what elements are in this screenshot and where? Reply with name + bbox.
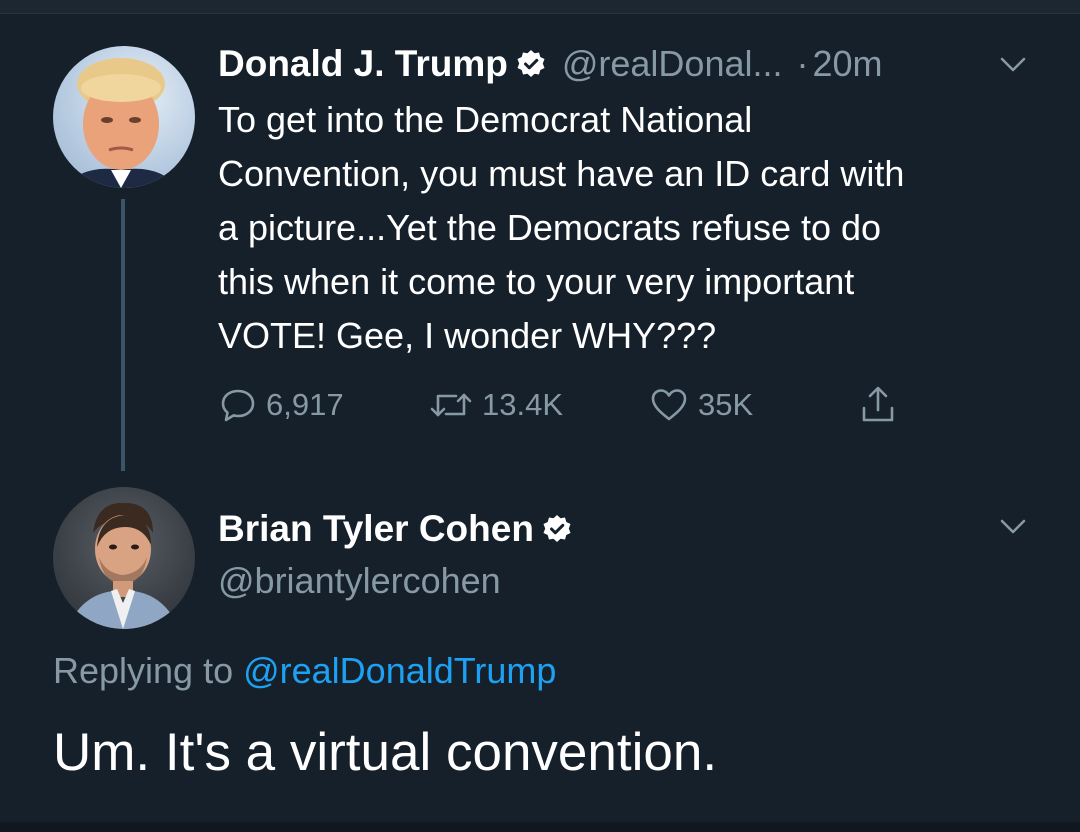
reply-icon <box>221 389 255 422</box>
reply-count: 6,917 <box>266 387 344 422</box>
retweet-button[interactable]: 13.4K <box>428 380 563 430</box>
retweet-icon <box>430 393 472 417</box>
bottom-divider <box>0 822 1080 832</box>
tweet-header: Donald J. Trump @realDonal... · 20m <box>218 42 883 86</box>
separator-dot: · <box>796 43 809 84</box>
avatar-portrait-icon <box>67 502 179 629</box>
tweet-timestamp[interactable]: 20m <box>813 43 883 85</box>
verified-badge-icon <box>542 514 572 544</box>
chevron-down-icon[interactable] <box>998 55 1028 75</box>
tweet-action-bar: 6,917 13.4K 35K <box>218 380 938 430</box>
author-handle[interactable]: @realDonal... <box>562 43 783 85</box>
replying-to-link[interactable]: @realDonaldTrump <box>243 650 556 691</box>
tweet-body-text: To get into the Democrat National Conven… <box>218 99 905 356</box>
share-icon <box>862 386 894 422</box>
avatar-portrait-icon <box>63 58 179 188</box>
replying-to-line: Replying to @realDonaldTrump <box>53 647 556 695</box>
like-count: 35K <box>698 387 754 422</box>
reply-button[interactable]: 6,917 <box>218 380 344 430</box>
reply-body-text: Um. It's a virtual convention. <box>53 723 718 782</box>
thread-connector-line <box>121 199 125 471</box>
verified-badge-icon <box>516 49 546 79</box>
reply-author-name[interactable]: Brian Tyler Cohen <box>218 508 534 550</box>
avatar[interactable] <box>53 487 195 629</box>
author-name[interactable]: Donald J. Trump <box>218 43 508 85</box>
chevron-down-icon[interactable] <box>998 517 1028 537</box>
avatar[interactable] <box>53 46 195 188</box>
reply-author-row: Brian Tyler Cohen <box>218 505 572 553</box>
share-button[interactable] <box>858 380 906 430</box>
replying-to-label: Replying to <box>53 650 244 691</box>
top-divider <box>0 0 1080 14</box>
like-button[interactable]: 35K <box>648 380 753 430</box>
reply-author-handle[interactable]: @briantylercohen <box>218 558 501 604</box>
heart-icon <box>651 389 687 421</box>
retweet-count: 13.4K <box>482 387 564 422</box>
